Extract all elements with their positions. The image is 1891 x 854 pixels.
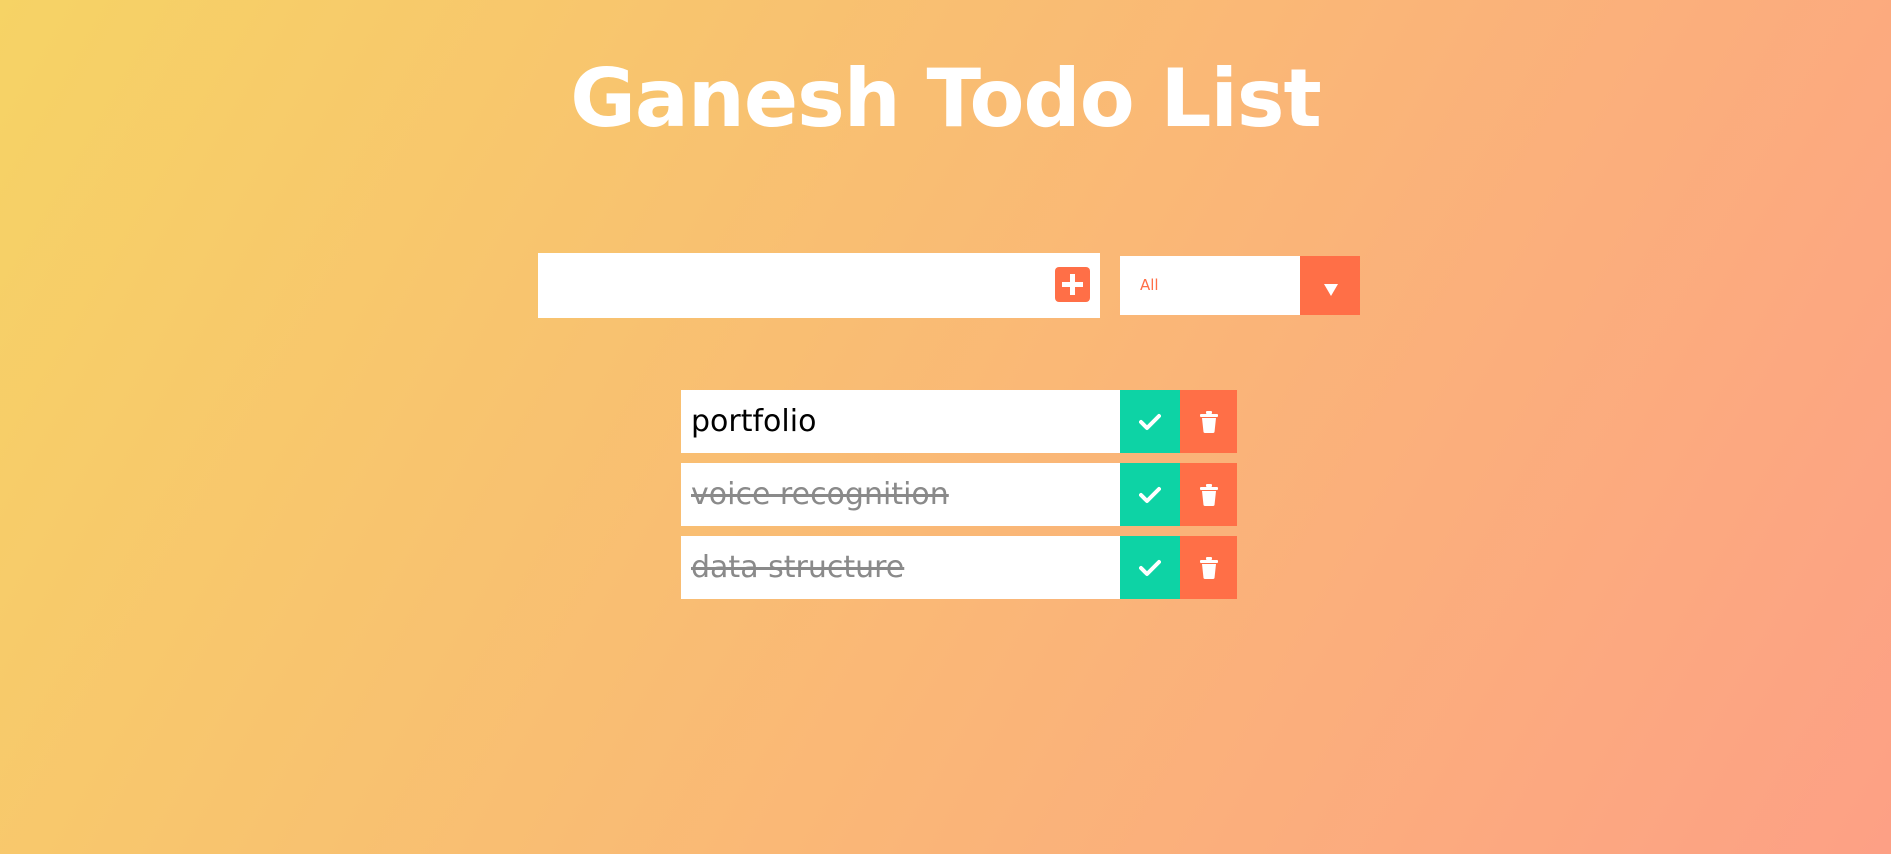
todo-item: voice recognition bbox=[681, 463, 1237, 526]
trash-icon bbox=[1199, 410, 1218, 433]
todo-input[interactable] bbox=[538, 253, 1038, 318]
caret-down-icon bbox=[1324, 284, 1338, 296]
todo-text: voice recognition bbox=[691, 477, 949, 512]
filter-select[interactable]: All bbox=[1120, 256, 1360, 315]
check-icon bbox=[1139, 486, 1161, 503]
todo-text: data structure bbox=[691, 550, 905, 585]
todo-list: portfolio voice recognition data structu… bbox=[681, 390, 1237, 609]
add-todo-form bbox=[538, 253, 1100, 318]
complete-button[interactable] bbox=[1120, 536, 1180, 599]
delete-button[interactable] bbox=[1180, 536, 1237, 599]
todo-text: portfolio bbox=[691, 404, 817, 439]
check-icon bbox=[1139, 559, 1161, 576]
todo-item: portfolio bbox=[681, 390, 1237, 453]
check-icon bbox=[1139, 413, 1161, 430]
plus-icon bbox=[1062, 274, 1083, 295]
add-todo-button[interactable] bbox=[1055, 267, 1090, 302]
trash-icon bbox=[1199, 556, 1218, 579]
filter-dropdown-toggle[interactable] bbox=[1300, 256, 1360, 315]
trash-icon bbox=[1199, 483, 1218, 506]
complete-button[interactable] bbox=[1120, 463, 1180, 526]
filter-selected-value: All bbox=[1140, 276, 1159, 294]
delete-button[interactable] bbox=[1180, 390, 1237, 453]
complete-button[interactable] bbox=[1120, 390, 1180, 453]
todo-item: data structure bbox=[681, 536, 1237, 599]
page-title: Ganesh Todo List bbox=[570, 52, 1322, 145]
delete-button[interactable] bbox=[1180, 463, 1237, 526]
